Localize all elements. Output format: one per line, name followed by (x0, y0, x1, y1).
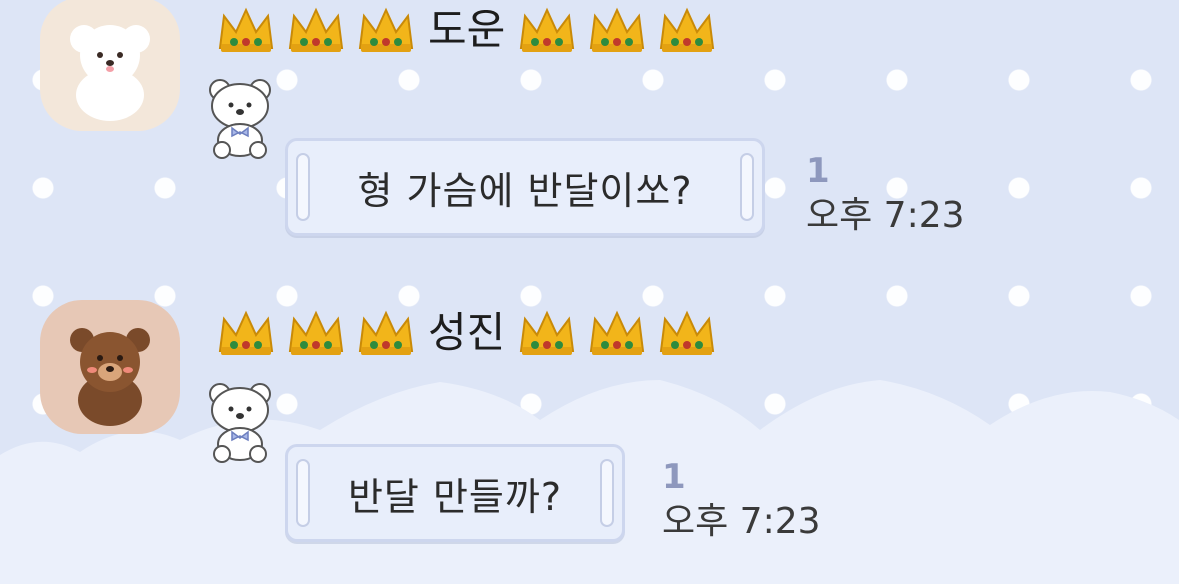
avatar-seongjin[interactable] (40, 300, 180, 434)
crown-icon (590, 7, 645, 52)
avatar-douun[interactable] (40, 0, 180, 131)
message-meta: 1 오후 7:23 (806, 154, 965, 234)
crown-icon (660, 310, 715, 355)
message-time: 오후 7:23 (806, 195, 965, 236)
crown-icon (358, 7, 414, 52)
crown-icon (218, 7, 274, 52)
crown-icon (660, 7, 715, 52)
sender-name: 도운 (428, 5, 506, 54)
crown-icon (218, 310, 274, 355)
message-time: 오후 7:23 (662, 501, 821, 542)
sender-name-row-2: 성진 (216, 307, 727, 359)
message-bubble[interactable]: 형 가슴에 반달이쏘? (285, 138, 765, 236)
teddy-bear-icon (209, 79, 271, 159)
message-text: 반달 만들까? (347, 474, 563, 519)
unread-count: 1 (662, 457, 686, 497)
crown-icon (520, 310, 575, 355)
sender-name-row-1: 도운 (216, 4, 727, 56)
crown-icon (288, 310, 344, 355)
message-text: 형 가슴에 반달이쏘? (357, 168, 693, 213)
unread-count: 1 (806, 151, 830, 191)
teddy-bear-icon (209, 383, 271, 463)
message-bubble[interactable]: 반달 만들까? (285, 444, 625, 542)
crown-icon (358, 310, 414, 355)
sender-name: 성진 (428, 308, 506, 357)
crown-icon (520, 7, 575, 52)
message-meta: 1 오후 7:23 (662, 460, 821, 540)
crown-icon (590, 310, 645, 355)
crown-icon (288, 7, 344, 52)
